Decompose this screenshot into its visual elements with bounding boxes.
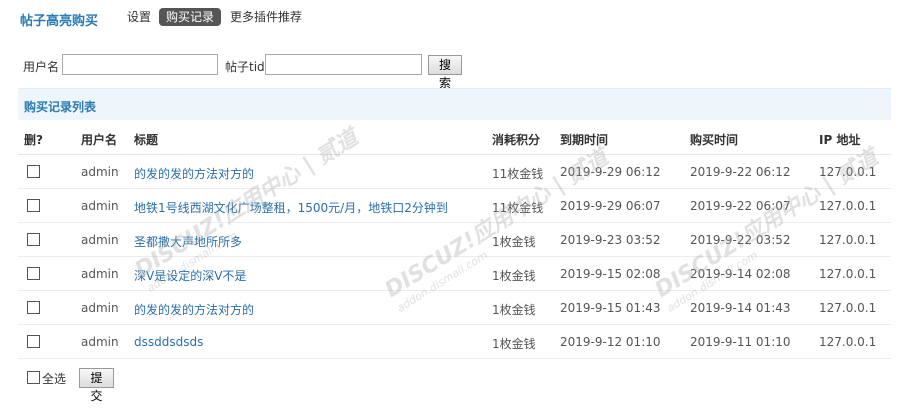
row-purchase-time: 2019-9-22 06:07 (690, 199, 791, 213)
search-form: 用户名 帖子tid 搜索 (0, 54, 910, 90)
row-username: admin (81, 233, 119, 247)
row-expire-time: 2019-9-15 02:08 (560, 267, 661, 281)
row-cost: 1枚金钱 (492, 303, 536, 317)
row-delete-checkbox[interactable] (27, 165, 40, 178)
col-expire-time: 到期时间 (560, 133, 609, 147)
table-row: admin 深V是设定的深V不是 1枚金钱 2019-9-15 02:08 20… (18, 257, 891, 291)
col-title: 标题 (134, 133, 159, 147)
row-cost: 11枚金钱 (492, 201, 544, 215)
row-expire-time: 2019-9-23 03:52 (560, 233, 661, 247)
select-all-label: 全选 (42, 372, 67, 386)
row-username: admin (81, 267, 119, 281)
col-username: 用户名 (81, 133, 118, 147)
row-title-link[interactable]: 圣都撒大声地所所多 (134, 233, 242, 250)
app-title: 帖子高亮购买 (20, 14, 99, 29)
table-footer: 全选 提交 (0, 368, 910, 403)
col-ip: IP 地址 (819, 133, 861, 147)
section-header: 购买记录列表 (18, 88, 891, 120)
row-cost: 11枚金钱 (492, 167, 544, 181)
row-delete-checkbox[interactable] (27, 199, 40, 212)
tab-purchase-records[interactable]: 购买记录 (159, 8, 221, 26)
row-username: admin (81, 301, 119, 315)
row-cost: 1枚金钱 (492, 269, 536, 283)
tid-input[interactable] (265, 54, 422, 75)
col-purchase-time: 购买时间 (690, 133, 739, 147)
row-expire-time: 2019-9-15 01:43 (560, 301, 661, 315)
row-ip: 127.0.0.1 (819, 165, 877, 179)
row-ip: 127.0.0.1 (819, 233, 877, 247)
select-all-checkbox[interactable] (27, 371, 40, 384)
row-title-link[interactable]: 的发的发的方法对方的 (134, 301, 254, 318)
row-ip: 127.0.0.1 (819, 267, 877, 281)
tab-more-plugins[interactable]: 更多插件推荐 (230, 8, 302, 26)
row-purchase-time: 2019-9-22 03:52 (690, 233, 791, 247)
row-purchase-time: 2019-9-11 01:10 (690, 335, 791, 349)
row-delete-checkbox[interactable] (27, 233, 40, 246)
table-row: admin 圣都撒大声地所所多 1枚金钱 2019-9-23 03:52 201… (18, 223, 891, 257)
row-expire-time: 2019-9-29 06:07 (560, 199, 661, 213)
row-ip: 127.0.0.1 (819, 199, 877, 213)
table-row: admin dssddsdsds 1枚金钱 2019-9-12 01:10 20… (18, 325, 891, 359)
row-expire-time: 2019-9-12 01:10 (560, 335, 661, 349)
section-title: 购买记录列表 (24, 100, 97, 114)
row-title-link[interactable]: 地铁1号线西湖文化广场整租，1500元/月，地铁口2分钟到 (134, 199, 448, 216)
row-ip: 127.0.0.1 (819, 335, 877, 349)
row-cost: 1枚金钱 (492, 337, 536, 351)
table-row: admin 地铁1号线西湖文化广场整租，1500元/月，地铁口2分钟到 11枚金… (18, 189, 891, 223)
row-title-link[interactable]: 的发的发的方法对方的 (134, 165, 254, 182)
row-delete-checkbox[interactable] (27, 335, 40, 348)
row-cost: 1枚金钱 (492, 235, 536, 249)
row-username: admin (81, 335, 119, 349)
table-row: admin 的发的发的方法对方的 1枚金钱 2019-9-15 01:43 20… (18, 291, 891, 325)
username-label: 用户名 (23, 60, 60, 74)
col-cost: 消耗积分 (492, 133, 541, 147)
tid-label: 帖子tid (225, 60, 265, 74)
row-delete-checkbox[interactable] (27, 267, 40, 280)
row-username: admin (81, 199, 119, 213)
col-delete: 删? (24, 133, 43, 147)
top-nav: 帖子高亮购买 设置 购买记录 更多插件推荐 (0, 0, 910, 36)
row-delete-checkbox[interactable] (27, 301, 40, 314)
row-title-link[interactable]: 深V是设定的深V不是 (134, 267, 246, 284)
tab-settings[interactable]: 设置 (127, 8, 151, 26)
table-header: 删? 用户名 标题 消耗积分 到期时间 购买时间 IP 地址 (18, 121, 891, 155)
row-title-link[interactable]: dssddsdsds (134, 335, 203, 349)
username-input[interactable] (62, 54, 218, 75)
row-purchase-time: 2019-9-22 06:12 (690, 165, 791, 179)
row-username: admin (81, 165, 119, 179)
submit-button[interactable]: 提交 (79, 368, 114, 403)
table-row: admin 的发的发的方法对方的 11枚金钱 2019-9-29 06:12 2… (18, 155, 891, 189)
row-purchase-time: 2019-9-14 01:43 (690, 301, 791, 315)
row-purchase-time: 2019-9-14 02:08 (690, 267, 791, 281)
search-button[interactable]: 搜索 (428, 55, 462, 90)
row-ip: 127.0.0.1 (819, 301, 877, 315)
row-expire-time: 2019-9-29 06:12 (560, 165, 661, 179)
